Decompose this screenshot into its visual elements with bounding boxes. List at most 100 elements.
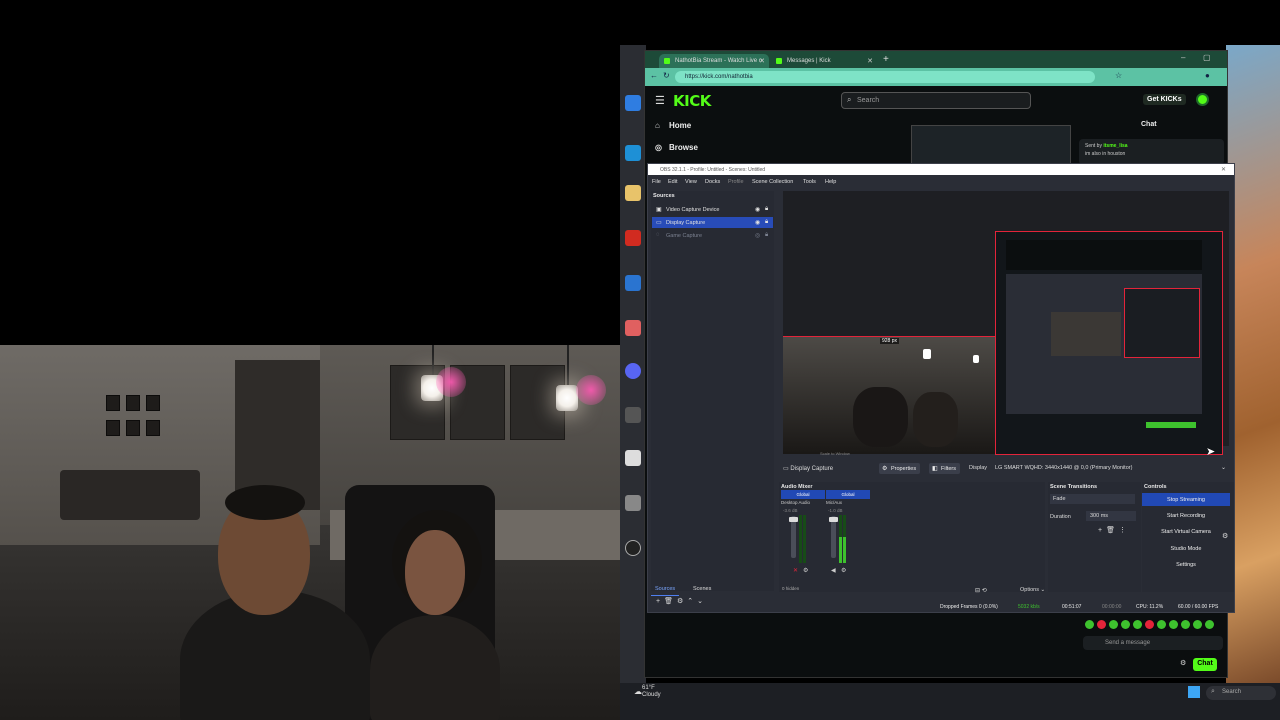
volume-fader[interactable] [789,516,798,558]
source-item[interactable]: ◌ Game Capture ◎ 🔒︎ [652,230,773,241]
lock-icon[interactable]: 🔒︎ [765,206,768,213]
filters-button[interactable]: ◧ Filters [929,463,960,474]
trash-icon[interactable]: 🗑︎ [1106,527,1119,534]
menu-icon[interactable]: ☰ [655,94,665,107]
chat-message-input[interactable]: Send a message [1083,636,1223,650]
emote-icon[interactable] [1193,620,1202,629]
mixer-layout-icon[interactable]: ⊟ ⟲ [975,587,987,594]
search-input[interactable]: ⌕ Search [841,92,1031,109]
chat-send-button[interactable]: Chat [1193,658,1217,671]
lock-icon[interactable]: 🔒︎ [765,219,768,226]
folder-icon[interactable] [625,185,641,201]
eye-icon[interactable]: ◉ [755,219,760,226]
emote-icon[interactable] [1145,620,1154,629]
emote-icon[interactable] [1181,620,1190,629]
start-virtual-camera-button[interactable]: Start Virtual Camera [1142,525,1230,538]
file-icon[interactable] [625,495,641,511]
chevron-down-icon[interactable]: ⌄ [1221,464,1226,471]
emote-icon[interactable] [1109,620,1118,629]
hidden-count[interactable]: 0 hidden [782,586,799,591]
back-icon[interactable]: ← [650,71,658,80]
nav-item-home[interactable]: ⌂ Home [655,121,691,130]
desktop-app-icon[interactable] [625,95,641,111]
duration-input[interactable]: 300 ms [1086,511,1136,521]
stop-streaming-button[interactable]: Stop Streaming [1142,493,1230,506]
start-button-icon[interactable] [1188,686,1200,698]
close-icon[interactable]: ✕ [1221,166,1226,173]
extensions-icon[interactable]: ☆ [1115,71,1122,80]
source-item[interactable]: ▣ Video Capture Device ◉ 🔒︎ [652,204,773,215]
start-recording-button[interactable]: Start Recording [1142,509,1230,522]
emote-icon[interactable] [1121,620,1130,629]
edge-icon[interactable] [625,145,641,161]
document-icon[interactable] [625,450,641,466]
browser-tab[interactable]: Messages | Kick ✕ [771,54,877,68]
emote-icon[interactable] [1085,620,1094,629]
more-icon[interactable]: ⋮ [1119,527,1130,534]
acrobat-icon[interactable] [625,230,641,246]
scale-label[interactable]: Scale to Window [820,451,850,456]
chat-settings-icon[interactable]: ⚙ [1180,659,1186,667]
gear-icon[interactable]: ⚙ [1222,532,1228,540]
avatar[interactable] [1196,93,1209,106]
settings-button[interactable]: Settings [1142,558,1230,571]
obs-preview[interactable]: 928 px [783,191,1229,455]
menu-tools[interactable]: Tools [803,179,816,185]
emote-icon[interactable] [1169,620,1178,629]
app-shortcut-icon[interactable] [625,320,641,336]
tab-scenes[interactable]: Scenes [689,586,715,595]
source-item[interactable]: ▭ Display Capture ◉ 🔒︎ [652,217,773,228]
emote-icon[interactable] [1133,620,1142,629]
speaker-icon[interactable]: ◀ [831,567,836,574]
profile-icon[interactable]: ● [1205,71,1210,80]
display-select[interactable]: LG SMART WQHD: 3440x1440 @ 0,0 (Primary … [995,465,1132,471]
emote-icon[interactable] [1205,620,1214,629]
maximize-icon[interactable]: ▢ [1203,53,1211,62]
webcam-source-preview[interactable] [783,336,995,454]
get-kicks-button[interactable]: Get KICKs [1143,94,1186,105]
menu-profile[interactable]: Profile [728,179,744,185]
transition-select[interactable]: Fade [1050,494,1135,504]
kick-logo[interactable]: KICK [673,92,711,110]
tab-sources[interactable]: Sources [651,586,680,596]
lock-icon[interactable]: 🔒︎ [765,232,768,239]
app-shortcut-icon[interactable] [625,407,641,423]
obs-icon[interactable] [625,540,641,556]
emote-icon[interactable] [1157,620,1166,629]
weather-widget[interactable]: ☁ 61°F Cloudy [634,685,661,699]
new-tab-icon[interactable]: + [883,54,889,65]
eye-icon[interactable]: ◉ [755,206,760,213]
menu-docks[interactable]: Docks [705,179,720,185]
menu-help[interactable]: Help [825,179,836,185]
refresh-icon[interactable]: ↻ [663,71,670,80]
close-tab-icon[interactable]: ✕ [759,57,765,65]
studio-mode-button[interactable]: Studio Mode [1142,542,1230,555]
fader-knob[interactable] [829,517,838,522]
menu-edit[interactable]: Edit [668,179,677,185]
discord-icon[interactable] [625,363,641,379]
menu-file[interactable]: File [652,179,661,185]
close-tab-icon[interactable]: ✕ [867,57,873,65]
taskbar-search[interactable]: ⌕ Search [1206,686,1276,700]
emote-icon[interactable] [1097,620,1106,629]
vscode-icon[interactable] [625,275,641,291]
menu-scene-collection[interactable]: Scene Collection [752,179,793,185]
gear-icon[interactable]: ⚙ [841,567,846,574]
minimize-icon[interactable]: – [1181,53,1185,62]
browser-tab[interactable]: NathotBia Stream - Watch Live o ✕ [659,54,769,68]
muted-speaker-icon[interactable]: ✕ [793,567,798,574]
gear-icon[interactable]: ⚙ [803,567,808,574]
url-bar[interactable]: https://kick.com/nathotbia [675,71,1095,83]
channel-name[interactable]: Mic/Aux [826,500,842,505]
nav-item-browse[interactable]: ◎ Browse [655,143,698,152]
add-icon[interactable]: + [1098,527,1106,534]
eye-hidden-icon[interactable]: ◎ [755,232,760,239]
volume-fader[interactable] [829,516,838,558]
stream-player[interactable] [911,125,1071,165]
properties-button[interactable]: ⚙ Properties [879,463,921,474]
channel-name[interactable]: Desktop Audio [781,500,810,505]
display-source-preview[interactable] [995,231,1223,455]
options-button[interactable]: Options ⌄ [1020,587,1045,593]
menu-view[interactable]: View [685,179,697,185]
pinned-sender[interactable]: itsme_lisa [1103,143,1127,149]
